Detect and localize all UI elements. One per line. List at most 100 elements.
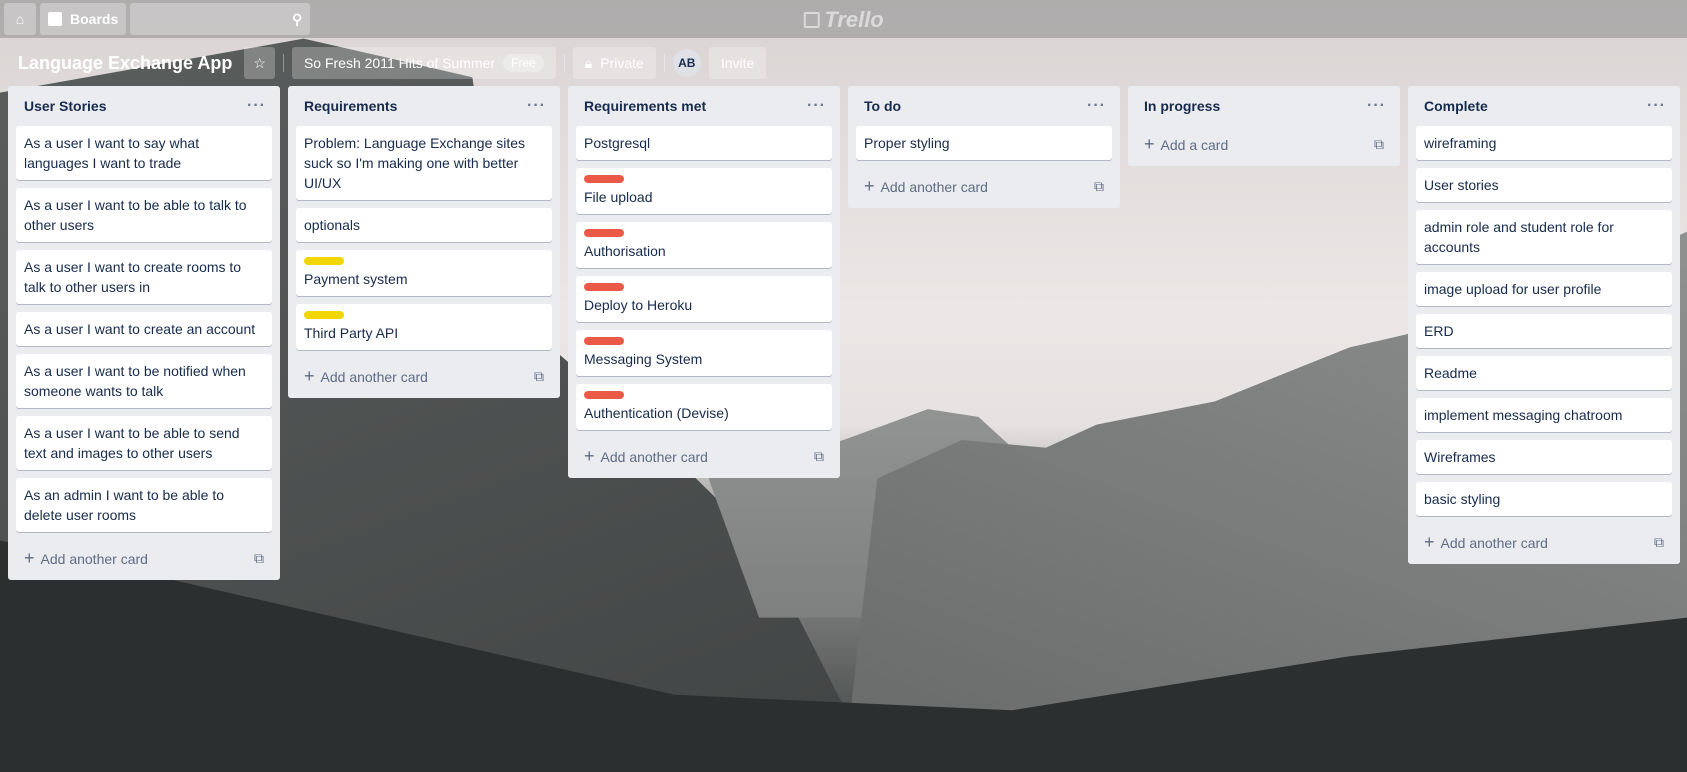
card[interactable]: As a user I want to create an account [16, 312, 272, 346]
visibility-button[interactable]: 🔒︎ Private [572, 47, 656, 79]
card-title: As an admin I want to be able to delete … [24, 487, 225, 523]
add-card-label: Add another card [40, 550, 148, 567]
list-title[interactable]: In progress [1144, 98, 1220, 114]
lists-container: User Stories ··· As a user I want to say w… [8, 86, 1680, 580]
card[interactable]: As a user I want to say what languages I… [16, 126, 272, 180]
card[interactable]: Deploy to Heroku [576, 276, 832, 322]
card-title: basic styling [1424, 491, 1501, 507]
list-menu-icon[interactable]: ··· [527, 97, 546, 115]
add-card-button[interactable]: + Add another card ⧉ [1416, 524, 1672, 560]
logo-text: Trello [824, 7, 884, 32]
trello-logo[interactable]: Trello [803, 7, 884, 33]
card-label-yellow [304, 257, 344, 265]
list-header: User Stories ··· [16, 86, 272, 126]
card[interactable]: admin role and student role for accounts [1416, 210, 1672, 264]
card-title: ERD [1424, 323, 1454, 339]
card-title: As a user I want to say what languages I… [24, 135, 200, 171]
card[interactable]: Postgresql [576, 126, 832, 160]
card-label-red [584, 283, 624, 291]
card[interactable]: Messaging System [576, 330, 832, 376]
add-card-button[interactable]: + Add a card ⧉ [1136, 126, 1392, 162]
template-icon[interactable]: ⧉ [1654, 534, 1664, 551]
card[interactable]: Payment system [296, 250, 552, 296]
card-title: Readme [1424, 365, 1477, 381]
list-title[interactable]: Requirements met [584, 98, 706, 114]
list-requirements: Requirements ··· Problem: Language Exchang… [288, 86, 560, 398]
card-label-yellow [304, 311, 344, 319]
card-label-red [584, 175, 624, 183]
list-menu-icon[interactable]: ··· [1647, 97, 1666, 115]
add-card-button[interactable]: + Add another card ⧉ [856, 168, 1112, 204]
free-badge: Free [503, 54, 544, 72]
card-title: As a user I want to be notified when som… [24, 363, 246, 399]
card[interactable]: User stories [1416, 168, 1672, 202]
card[interactable]: implement messaging chatroom [1416, 398, 1672, 432]
card-title: Messaging System [584, 351, 703, 367]
card[interactable]: As a user I want to be able to talk to o… [16, 188, 272, 242]
card[interactable]: As a user I want to be able to send text… [16, 416, 272, 470]
card[interactable]: Wireframes [1416, 440, 1672, 474]
card[interactable]: Problem: Language Exchange sites suck so… [296, 126, 552, 200]
template-icon[interactable]: ⧉ [814, 448, 824, 465]
card[interactable]: Authorisation [576, 222, 832, 268]
card[interactable]: image upload for user profile [1416, 272, 1672, 306]
card-title: Postgresql [584, 135, 651, 151]
card[interactable]: Third Party API [296, 304, 552, 350]
card-title: As a user I want to be able to talk to o… [24, 197, 247, 233]
card-title: Authorisation [584, 243, 666, 259]
board-title[interactable]: Language Exchange App [8, 53, 236, 74]
card[interactable]: basic styling [1416, 482, 1672, 516]
card[interactable]: As a user I want to create rooms to talk… [16, 250, 272, 304]
list-header: Requirements ··· [296, 86, 552, 126]
list-header: Requirements met ··· [576, 86, 832, 126]
card[interactable]: As a user I want to be notified when som… [16, 354, 272, 408]
list-user-stories: User Stories ··· As a user I want to say w… [8, 86, 280, 580]
card[interactable]: optionals [296, 208, 552, 242]
card-title: wireframing [1424, 135, 1497, 151]
list-title[interactable]: To do [864, 98, 901, 114]
card-title: Authentication (Devise) [584, 405, 729, 421]
card-title: Deploy to Heroku [584, 297, 693, 313]
board-header: Language Exchange App ☆ So Fresh 2011 Hi… [8, 45, 767, 81]
template-icon[interactable]: ⧉ [1094, 178, 1104, 195]
add-card-label: Add a card [1160, 136, 1229, 153]
card-title: As a user I want to create rooms to talk… [24, 259, 242, 295]
trello-logo-icon [803, 12, 820, 28]
add-card-button[interactable]: + Add another card ⧉ [296, 358, 552, 394]
card-title: optionals [304, 217, 361, 233]
home-button[interactable]: ⌂ [4, 3, 36, 35]
plus-icon: + [1424, 531, 1435, 552]
card[interactable]: Proper styling [856, 126, 1112, 160]
star-button[interactable]: ☆ [244, 47, 275, 79]
card[interactable]: ERD [1416, 314, 1672, 348]
avatar[interactable]: AB [672, 49, 701, 77]
add-card-button[interactable]: + Add another card ⧉ [576, 438, 832, 474]
template-icon[interactable]: ⧉ [254, 550, 264, 567]
list-title[interactable]: Requirements [304, 98, 397, 114]
list-title[interactable]: User Stories [24, 98, 106, 114]
team-name: So Fresh 2011 Hits of Summer [303, 55, 496, 71]
boards-button[interactable]: Boards [40, 3, 127, 35]
list-menu-icon[interactable]: ··· [247, 97, 266, 115]
visibility-label: Private [600, 55, 644, 71]
template-icon[interactable]: ⧉ [1374, 136, 1384, 153]
card-title: image upload for user profile [1424, 281, 1602, 297]
list-menu-icon[interactable]: ··· [1087, 97, 1106, 115]
team-button[interactable]: So Fresh 2011 Hits of Summer Free [291, 47, 556, 79]
card[interactable]: File upload [576, 168, 832, 214]
invite-button[interactable]: Invite [708, 47, 767, 79]
card[interactable]: wireframing [1416, 126, 1672, 160]
template-icon[interactable]: ⧉ [534, 368, 544, 385]
divider [563, 54, 565, 72]
list-menu-icon[interactable]: ··· [1367, 97, 1386, 115]
card[interactable]: As an admin I want to be able to delete … [16, 478, 272, 532]
add-card-button[interactable]: + Add another card ⧉ [16, 540, 272, 576]
card-title: Problem: Language Exchange sites suck so… [304, 135, 526, 191]
list-menu-icon[interactable]: ··· [807, 97, 826, 115]
list-title[interactable]: Complete [1424, 98, 1488, 114]
card[interactable]: Authentication (Devise) [576, 384, 832, 430]
card[interactable]: Readme [1416, 356, 1672, 390]
search-input[interactable]: ⚲ [130, 3, 311, 35]
lock-icon: 🔒︎ [584, 54, 593, 71]
card-label-red [584, 229, 624, 237]
